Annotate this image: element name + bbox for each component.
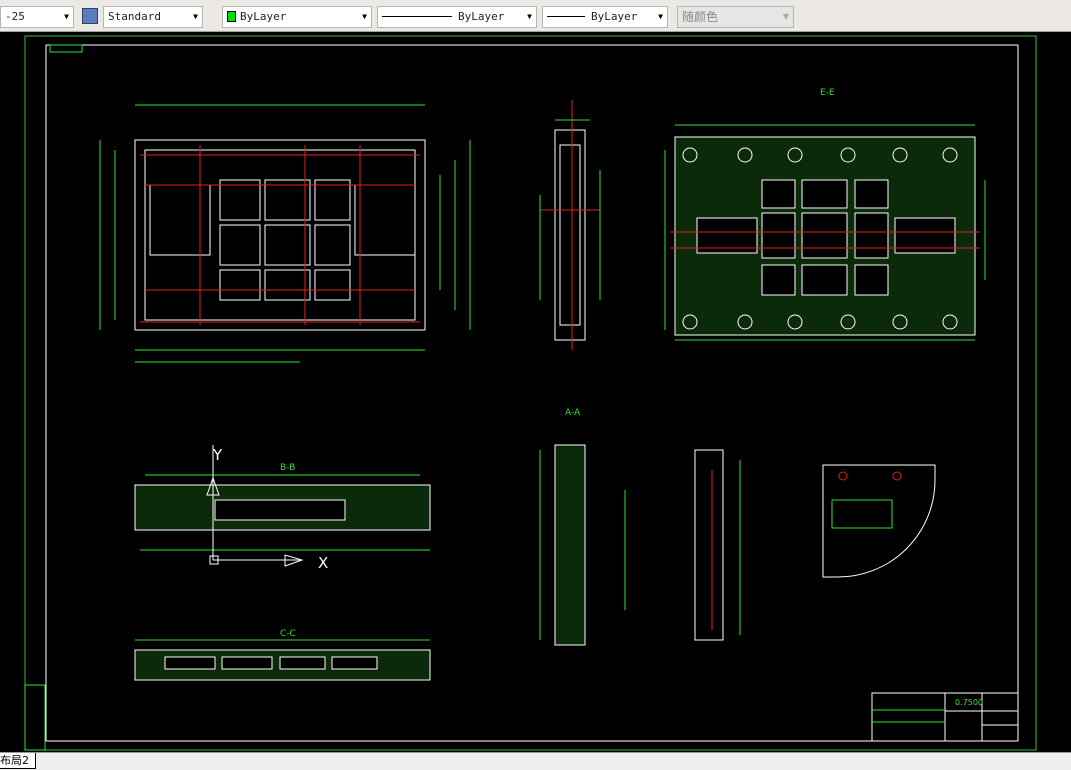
side-view: [539, 100, 601, 350]
title-block: [871, 692, 1019, 742]
tab-layout2[interactable]: 布局2: [0, 753, 36, 769]
cad-drawing: E-E A-A B-B C-C 0.7500 Y X: [24, 35, 1037, 751]
axis-y-label: Y: [212, 446, 223, 464]
detail-view: [694, 449, 741, 641]
textstyle-icon[interactable]: [82, 8, 98, 24]
line-sample-icon: [547, 16, 585, 17]
label-b-b: B-B: [280, 463, 295, 473]
chevron-down-icon: ▼: [658, 12, 663, 21]
linetype-value: ByLayer: [458, 10, 505, 23]
dimstyle-select[interactable]: -25 ▼: [0, 6, 74, 28]
dimstyle-value: -25: [5, 10, 25, 23]
corner-label-box: [49, 44, 83, 53]
section-a-a: [539, 444, 626, 646]
label-c-c: C-C: [280, 629, 296, 639]
textstyle-select[interactable]: Standard ▼: [103, 6, 203, 28]
chevron-down-icon: ▼: [782, 12, 789, 21]
color-select[interactable]: ByLayer ▼: [222, 6, 372, 28]
plotstyle-select: 随颜色 ▼: [677, 6, 794, 28]
line-sample-icon: [382, 16, 452, 17]
label-a-a: A-A: [565, 408, 581, 418]
section-e-e: [664, 124, 986, 341]
chevron-down-icon: ▼: [527, 12, 532, 21]
chevron-down-icon: ▼: [64, 12, 69, 21]
label-e-e: E-E: [820, 88, 835, 98]
linetype-select[interactable]: ByLayer ▼: [377, 6, 537, 28]
lineweight-select[interactable]: ByLayer ▼: [542, 6, 668, 28]
side-stamp-box: [24, 684, 46, 751]
section-c-c: [134, 639, 431, 681]
layout-tab-bar: 布局2: [0, 752, 1071, 770]
plotstyle-value: 随颜色: [682, 10, 719, 24]
color-value: ByLayer: [240, 10, 287, 23]
lineweight-value: ByLayer: [591, 10, 638, 23]
title-code: 0.7500: [955, 698, 983, 707]
chevron-down-icon: ▼: [362, 12, 367, 21]
plan-view: [99, 104, 471, 363]
drawing-canvas[interactable]: E-E A-A B-B C-C 0.7500 Y X: [0, 33, 1071, 752]
textstyle-value: Standard: [108, 10, 161, 23]
color-swatch-icon: [227, 11, 236, 22]
axis-x-label: X: [318, 554, 328, 572]
round-detail: [822, 464, 936, 578]
properties-toolbar: -25 ▼ Standard ▼ ByLayer ▼ ByLayer ▼ ByLayer…: [0, 0, 1071, 32]
chevron-down-icon: ▼: [193, 12, 198, 21]
